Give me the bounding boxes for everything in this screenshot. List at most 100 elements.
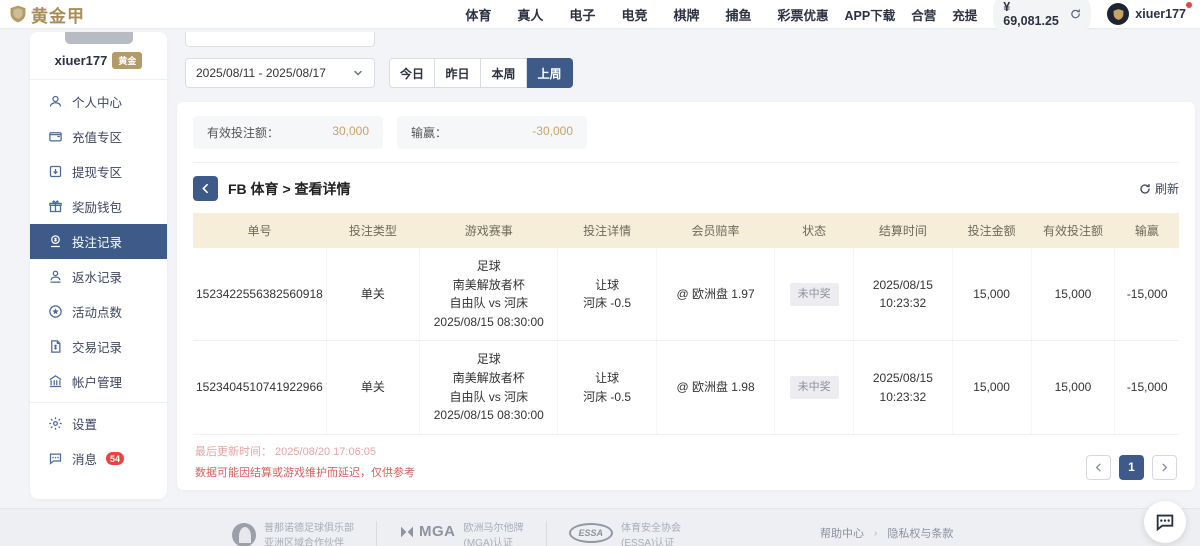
cert-essa: ESSA 体育安全协会 (ESSA)认证	[546, 521, 704, 546]
help-center-link[interactable]: 帮助中心	[820, 525, 864, 541]
link-separator-icon: ›	[874, 528, 877, 539]
back-button[interactable]	[193, 176, 218, 201]
document-dollar-icon	[47, 339, 63, 355]
refresh-button[interactable]: 刷新	[1139, 180, 1179, 197]
nav-slots[interactable]: 电子	[569, 5, 595, 24]
sidebar-username: xiuer177	[55, 53, 108, 68]
truncated-filter-input[interactable]	[185, 32, 375, 47]
sidebar-item-label: 返水记录	[72, 267, 122, 286]
sidebar-item-rebate-records[interactable]: 返水记录	[30, 259, 167, 294]
event-match: 自由队 vs 河床	[423, 294, 554, 313]
sidebar-item-label: 投注记录	[72, 232, 122, 251]
current-page-button[interactable]: 1	[1119, 455, 1144, 480]
chevron-left-icon	[1093, 462, 1104, 473]
quick-last-week-button[interactable]: 上周	[527, 58, 573, 88]
sidebar-item-bet-records[interactable]: 投注记录	[30, 224, 167, 259]
cell-settle-time: 2025/08/15 10:23:32	[854, 341, 953, 434]
privacy-terms-link[interactable]: 隐私权与条款	[887, 525, 953, 541]
sidebar: xiuer177 黄金 个人中心 充值专区 提现专区 奖励钱包	[30, 32, 167, 499]
sidebar-item-personal-center[interactable]: 个人中心	[30, 84, 167, 119]
sidebar-item-account-management[interactable]: 帐户管理	[30, 364, 167, 399]
date-range-value: 2025/08/11 - 2025/08/17	[196, 66, 326, 80]
card-bottom: 最后更新时间： 2025/08/20 17:06:05 数据可能因结算或游戏维护…	[193, 435, 1179, 484]
sidebar-item-reward-wallet[interactable]: 奖励钱包	[30, 189, 167, 224]
essa-logo-icon: ESSA	[569, 521, 614, 543]
avatar	[1107, 3, 1129, 25]
chevron-left-icon	[199, 182, 212, 195]
nav-live[interactable]: 真人	[517, 5, 543, 24]
site-logo[interactable]: 黄金甲	[8, 2, 175, 27]
col-status: 状态	[775, 213, 854, 248]
nav-sports[interactable]: 体育	[465, 5, 491, 24]
valid-bet-label: 有效投注额：	[207, 124, 279, 141]
event-league: 南美解放者杯	[423, 276, 554, 295]
event-time: 2025/08/15 08:30:00	[423, 313, 554, 332]
col-bet-id: 单号	[193, 213, 326, 248]
link-deposit-withdraw[interactable]: 充提	[952, 5, 977, 24]
event-match: 自由队 vs 河床	[423, 388, 554, 407]
cell-amount: 15,000	[952, 248, 1031, 341]
sidebar-menu: 个人中心 充值专区 提现专区 奖励钱包 投注记录 返水记录	[30, 80, 167, 480]
prev-page-button[interactable]	[1086, 455, 1111, 480]
sidebar-item-messages[interactable]: 消息 54	[30, 441, 167, 476]
nav-cards[interactable]: 棋牌	[673, 5, 699, 24]
settle-clock: 10:23:32	[857, 294, 949, 313]
notification-dot	[1186, 2, 1192, 8]
win-loss-label: 输赢：	[411, 124, 447, 141]
col-event: 游戏赛事	[420, 213, 558, 248]
link-promos[interactable]: 优惠	[804, 5, 829, 24]
sidebar-item-label: 消息	[72, 449, 97, 468]
sidebar-item-deposit[interactable]: 充值专区	[30, 119, 167, 154]
cell-event: 足球 南美解放者杯 自由队 vs 河床 2025/08/15 08:30:00	[420, 341, 558, 434]
event-time: 2025/08/15 08:30:00	[423, 406, 554, 425]
chevron-right-icon	[1159, 462, 1170, 473]
quick-yesterday-button[interactable]: 昨日	[435, 58, 481, 88]
refresh-balance-icon[interactable]	[1070, 8, 1081, 20]
link-partner[interactable]: 合营	[911, 5, 936, 24]
logo-text: 黄金甲	[31, 2, 85, 27]
sidebar-item-label: 设置	[72, 414, 97, 433]
sidebar-item-label: 奖励钱包	[72, 197, 122, 216]
cell-valid-amount: 15,000	[1031, 341, 1115, 434]
col-odds: 会员赔率	[656, 213, 774, 248]
topbar-right: 优惠 APP下载 合营 充提 ¥ 69,081.25 xiuer177	[804, 0, 1191, 32]
sidebar-avatar-partial	[65, 32, 133, 44]
last-updated-text: 最后更新时间： 2025/08/20 17:06:05	[195, 443, 415, 459]
nav-esports[interactable]: 电竞	[621, 5, 647, 24]
pagination: 1	[1086, 455, 1177, 480]
sidebar-item-label: 提现专区	[72, 162, 122, 181]
quick-this-week-button[interactable]: 本周	[481, 58, 527, 88]
nav-lottery[interactable]: 彩票	[777, 5, 803, 24]
live-chat-button[interactable]	[1144, 501, 1186, 543]
nav-fishing[interactable]: 捕鱼	[725, 5, 751, 24]
gear-icon	[47, 416, 63, 432]
cell-bet-id: 1523404510741922966	[193, 341, 326, 434]
detail-market: 让球	[561, 369, 653, 388]
cert-line: (ESSA)认证	[621, 536, 681, 546]
cell-detail: 让球 河床 -0.5	[558, 248, 657, 341]
table-row: 1523422556382560918 单关 足球 南美解放者杯 自由队 vs …	[193, 248, 1179, 341]
cell-status: 未中奖	[775, 248, 854, 341]
essa-logo-text: ESSA	[569, 523, 614, 543]
quick-today-button[interactable]: 今日	[389, 58, 435, 88]
date-range-select[interactable]: 2025/08/11 - 2025/08/17	[185, 58, 375, 88]
user-menu[interactable]: xiuer177	[1107, 3, 1190, 25]
next-page-button[interactable]	[1152, 455, 1177, 480]
balance-chip[interactable]: ¥ 69,081.25	[993, 0, 1091, 32]
sidebar-item-settings[interactable]: 设置	[30, 406, 167, 441]
notes: 最后更新时间： 2025/08/20 17:06:05 数据可能因结算或游戏维护…	[195, 443, 415, 480]
avatar-shield-icon	[1112, 8, 1125, 21]
sidebar-item-activity-points[interactable]: 活动点数	[30, 294, 167, 329]
vip-level-badge: 黄金	[112, 52, 142, 69]
cert-line: 亚洲区域合作伙伴	[264, 536, 354, 546]
detail-market: 让球	[561, 276, 653, 295]
sidebar-item-transactions[interactable]: 交易记录	[30, 329, 167, 364]
event-sport: 足球	[423, 257, 554, 276]
cert-mga: MGA 欧洲马尔他牌 (MGA)认证	[376, 521, 546, 546]
cell-detail: 让球 河床 -0.5	[558, 341, 657, 434]
page-footer: 普那诺德足球俱乐部 亚洲区域合作伙伴 MGA 欧洲马尔他牌 (MGA)认证 ES…	[0, 508, 1200, 546]
sidebar-item-withdraw[interactable]: 提现专区	[30, 154, 167, 189]
link-app-download[interactable]: APP下载	[845, 5, 896, 24]
filter-row: 2025/08/11 - 2025/08/17 今日 昨日 本周 上周	[185, 58, 1195, 88]
table-row: 1523404510741922966 单关 足球 南美解放者杯 自由队 vs …	[193, 341, 1179, 434]
